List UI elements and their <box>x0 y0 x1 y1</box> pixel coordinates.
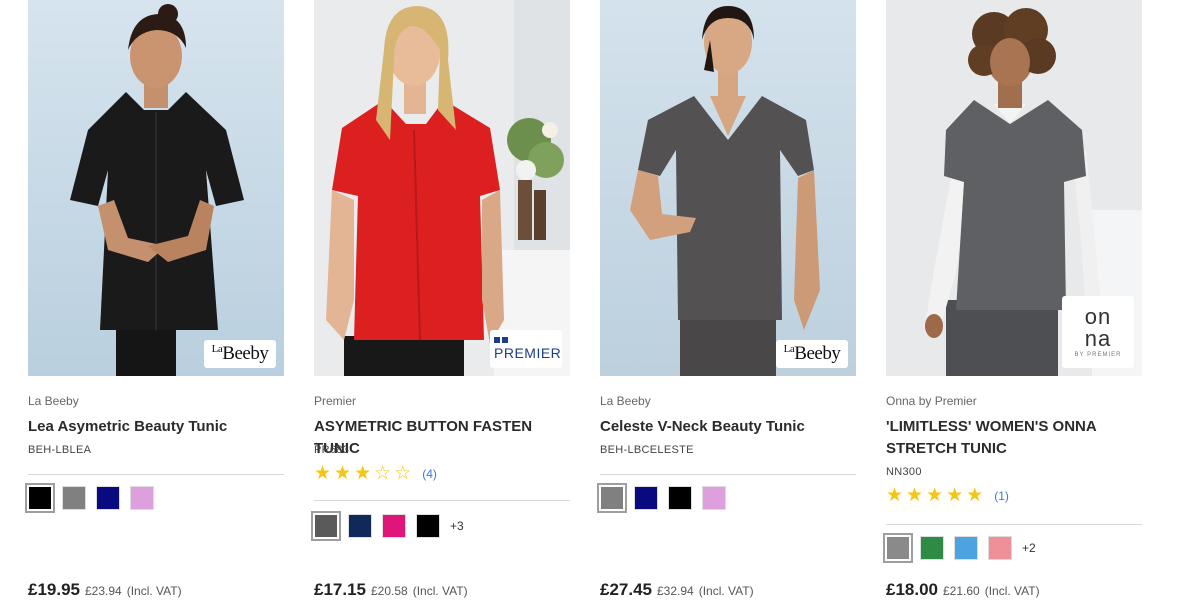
product-sku: BEH-LBCELESTE <box>600 444 694 456</box>
color-swatch[interactable] <box>988 536 1012 560</box>
star-filled-icon: ★ <box>906 485 924 506</box>
color-swatch[interactable] <box>668 486 692 510</box>
divider <box>886 524 1142 525</box>
price-row: £19.95 £23.94 (Incl. VAT) <box>28 580 182 600</box>
product-card[interactable]: La Beeby La Beeby Celeste V-Neck Beauty T… <box>597 0 856 600</box>
divider <box>28 474 284 475</box>
color-swatches <box>25 483 154 513</box>
star-filled-icon: ★ <box>926 485 944 506</box>
color-swatch[interactable] <box>954 536 978 560</box>
price-row: £17.15 £20.58 (Incl. VAT) <box>314 580 468 600</box>
star-empty-icon: ☆ <box>394 463 412 484</box>
product-name[interactable]: 'LIMITLESS' WOMEN'S ONNA STRETCH TUNIC <box>886 416 1142 460</box>
star-filled-icon: ★ <box>946 485 964 506</box>
product-name[interactable]: ASYMETRIC BUTTON FASTEN TUNIC <box>314 416 570 460</box>
price: £19.95 <box>28 580 80 599</box>
color-swatches <box>597 483 726 513</box>
color-swatch[interactable] <box>702 486 726 510</box>
color-swatches: +2 <box>883 533 1036 563</box>
product-card[interactable]: La Beeby La Beeby Lea Asymetric Beauty Tu… <box>25 0 284 600</box>
color-swatch[interactable] <box>25 483 55 513</box>
product-name[interactable]: Lea Asymetric Beauty Tunic <box>28 416 284 438</box>
vat-note: (Incl. VAT) <box>126 584 182 598</box>
vat-note: (Incl. VAT) <box>698 584 754 598</box>
color-swatch[interactable] <box>130 486 154 510</box>
vat-note: (Incl. VAT) <box>412 584 468 598</box>
original-price: £32.94 <box>657 584 694 598</box>
color-swatch[interactable] <box>96 486 120 510</box>
brand-logo: PREMIER <box>490 330 562 368</box>
product-image[interactable]: La Beeby <box>600 0 856 376</box>
color-swatch[interactable] <box>348 514 372 538</box>
product-brand: La Beeby <box>28 394 79 408</box>
color-swatch[interactable] <box>311 511 341 541</box>
more-colors[interactable]: +3 <box>450 519 464 533</box>
brand-logo: La Beeby <box>776 340 848 368</box>
color-swatches: +3 <box>311 511 464 541</box>
product-sku: BEH-LBLEA <box>28 444 92 456</box>
price-row: £18.00 £21.60 (Incl. VAT) <box>886 580 1040 600</box>
product-card[interactable]: PREMIER Premier ASYMETRIC BUTTON FASTEN … <box>311 0 570 600</box>
color-swatch[interactable] <box>920 536 944 560</box>
product-sku: PR683 <box>314 444 350 456</box>
star-filled-icon: ★ <box>886 485 904 506</box>
color-swatch[interactable] <box>597 483 627 513</box>
color-swatch[interactable] <box>883 533 913 563</box>
color-swatch[interactable] <box>62 486 86 510</box>
review-count[interactable]: (4) <box>422 467 437 481</box>
star-filled-icon: ★ <box>334 463 352 484</box>
divider <box>600 474 856 475</box>
star-filled-icon: ★ <box>314 463 332 484</box>
divider <box>314 500 570 501</box>
product-rating[interactable]: ★ ★ ★ ★ ★ (1) <box>886 486 1009 505</box>
price: £27.45 <box>600 580 652 599</box>
review-count[interactable]: (1) <box>994 489 1009 503</box>
star-empty-icon: ☆ <box>374 463 392 484</box>
original-price: £20.58 <box>371 584 408 598</box>
price: £17.15 <box>314 580 366 599</box>
product-name[interactable]: Celeste V-Neck Beauty Tunic <box>600 416 856 438</box>
more-colors[interactable]: +2 <box>1022 541 1036 555</box>
brand-logo: on na BY PREMIER <box>1062 296 1134 368</box>
price: £18.00 <box>886 580 938 599</box>
original-price: £23.94 <box>85 584 122 598</box>
product-image[interactable]: La Beeby <box>28 0 284 376</box>
original-price: £21.60 <box>943 584 980 598</box>
product-image[interactable]: on na BY PREMIER <box>886 0 1142 376</box>
brand-logo: La Beeby <box>204 340 276 368</box>
product-brand: Onna by Premier <box>886 394 977 408</box>
color-swatch[interactable] <box>416 514 440 538</box>
vat-note: (Incl. VAT) <box>984 584 1040 598</box>
color-swatch[interactable] <box>382 514 406 538</box>
product-image[interactable]: PREMIER <box>314 0 570 376</box>
star-filled-icon: ★ <box>354 463 372 484</box>
price-row: £27.45 £32.94 (Incl. VAT) <box>600 580 754 600</box>
product-brand: Premier <box>314 394 357 408</box>
product-card[interactable]: on na BY PREMIER Onna by Premier 'LIMITL… <box>883 0 1142 600</box>
product-sku: NN300 <box>886 466 922 478</box>
star-filled-icon: ★ <box>966 485 984 506</box>
product-brand: La Beeby <box>600 394 651 408</box>
product-rating[interactable]: ★ ★ ★ ☆ ☆ (4) <box>314 464 437 483</box>
color-swatch[interactable] <box>634 486 658 510</box>
